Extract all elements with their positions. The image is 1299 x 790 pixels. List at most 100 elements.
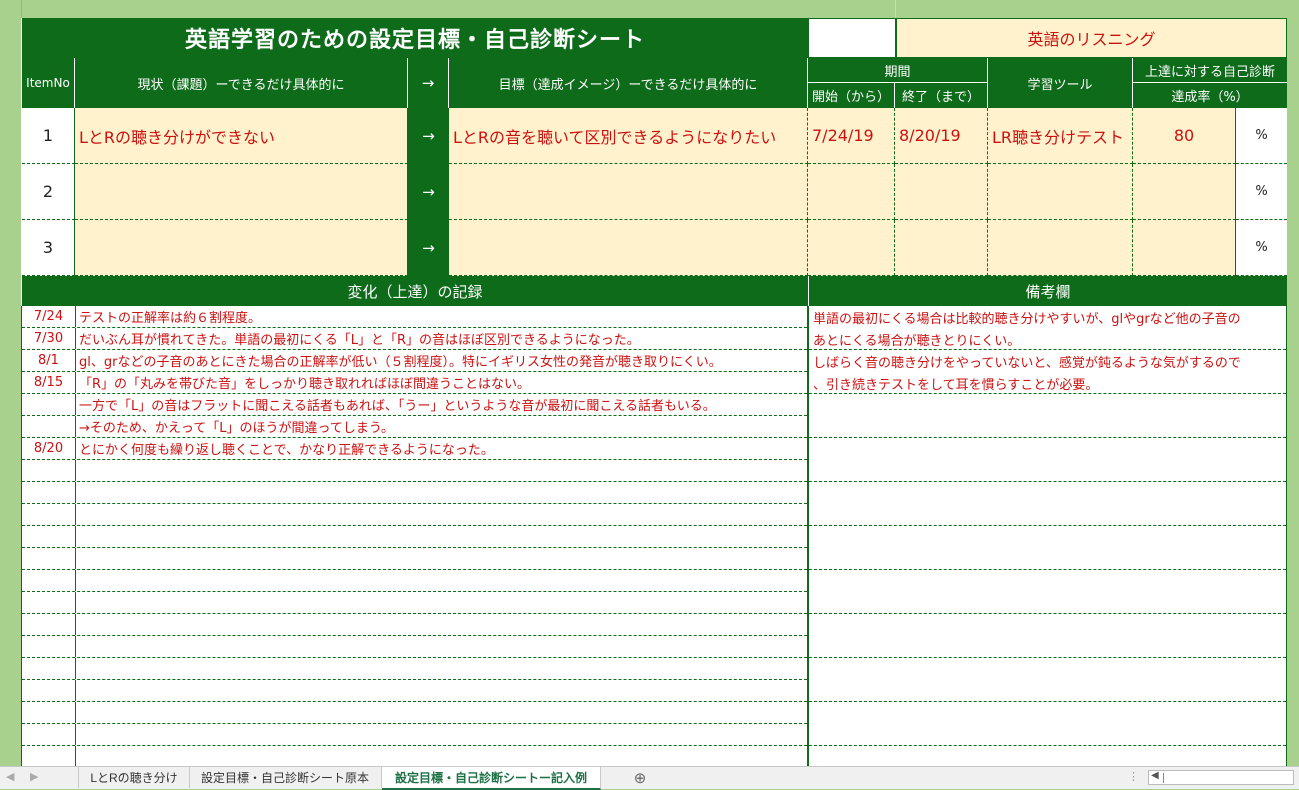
log-date[interactable]: 7/30 [22,328,76,349]
add-sheet-icon[interactable]: ⊕ [625,767,655,788]
log-date[interactable] [22,460,76,481]
log-text[interactable]: gl、grなどの子音のあとにきた場合の正解率が低い（５割程度）。特にイギリス女性… [79,350,722,371]
log-text[interactable]: 一方で「L」の音はフラットに聞こえる話者もあれば、「うー」というような音が最初に… [79,394,716,415]
log-date[interactable]: 7/24 [22,306,76,327]
header-start: 開始（から） [808,83,895,108]
header-current: 現状（課題）ーできるだけ具体的に [75,58,408,108]
note-cell-border [809,437,1286,438]
log-text[interactable]: テストの正解率は約６割程度。 [79,306,261,327]
log-row[interactable] [22,526,807,548]
log-date[interactable] [22,680,76,701]
log-row[interactable]: 7/24 テストの正解率は約６割程度。 [22,306,807,328]
log-date[interactable] [22,614,76,635]
notes-header: 備考欄 [808,276,1287,306]
header-itemno: ItemNo [22,58,75,108]
log-date[interactable] [22,570,76,591]
log-row[interactable] [22,702,807,724]
selected-cell[interactable] [808,18,896,58]
log-date[interactable] [22,504,76,525]
item-start[interactable] [808,220,895,276]
note-line[interactable]: 、引き続きテストをして耳を慣らすことが必要。 [809,372,1286,394]
scrollbar-left-arrow-icon[interactable]: ◀ [1151,770,1159,781]
log-row[interactable] [22,482,807,504]
item-current[interactable]: LとRの聴き分けができない [75,108,408,164]
item-current[interactable] [75,164,408,220]
item-no: 2 [22,164,75,220]
tab-sheet-example[interactable]: 設定目標・自己診断シートー記入例 [382,767,601,790]
log-date[interactable]: 8/1 [22,350,76,371]
log-date[interactable] [22,658,76,679]
tab-sheet-original[interactable]: 設定目標・自己診断シート原本 [189,767,382,788]
item-rate[interactable]: 80 [1133,108,1236,164]
note-line[interactable]: あとにくる場合が聴きとりにくい。 [809,328,1286,350]
header-rate: 達成率（%） [1133,83,1287,108]
log-text[interactable]: 「R」の「丸みを帯びた音」をしっかり聴き取れればほぼ間違うことはない。 [79,372,530,393]
item-end[interactable] [895,164,988,220]
log-row[interactable]: 8/20 とにかく何度も繰り返し聴くことで、かなり正解できるようになった。 [22,438,807,460]
note-cell-border [809,657,1286,658]
item-tool[interactable] [988,220,1133,276]
log-date[interactable] [22,548,76,569]
log-row[interactable]: 8/15 「R」の「丸みを帯びた音」をしっかり聴き取れればほぼ間違うことはない。 [22,372,807,394]
log-row[interactable] [22,636,807,658]
log-row[interactable]: 8/1 gl、grなどの子音のあとにきた場合の正解率が低い（５割程度）。特にイギリ… [22,350,807,372]
scrollbar-thumb[interactable] [1163,773,1164,783]
notes-right-border [1286,306,1287,766]
note-line[interactable]: しばらく音の聴き分けをやっていないと、感覚が鈍るような気がするので [809,350,1286,372]
header-selfcheck: 上達に対する自己診断 [1133,58,1287,83]
item-end[interactable]: 8/20/19 [895,108,988,164]
item-start[interactable]: 7/24/19 [808,108,895,164]
log-row[interactable] [22,724,807,746]
log-date[interactable]: 8/20 [22,438,76,459]
item-start[interactable] [808,164,895,220]
item-goal[interactable] [449,164,808,220]
log-row[interactable] [22,504,807,526]
scroll-left-icon[interactable]: ◀ [6,770,14,783]
item-goal[interactable]: LとRの音を聴いて区別できるようになりたい [449,108,808,164]
subject-label[interactable]: 英語のリスニング [896,18,1287,58]
item-rate[interactable] [1133,164,1236,220]
top-cell-strip [0,0,1299,18]
item-arrow: → [408,108,449,164]
item-current[interactable] [75,220,408,276]
log-text[interactable]: だいぶん耳が慣れてきた。単語の最初にくる「L」と「R」の音はほぼ区別できるように… [79,328,640,349]
log-date[interactable]: 8/15 [22,372,76,393]
log-row[interactable] [22,548,807,570]
log-date[interactable] [22,592,76,613]
header-arrow: → [408,58,449,108]
log-date[interactable] [22,636,76,657]
tab-lr-listening[interactable]: LとRの聴き分け [78,767,190,788]
item-tool[interactable]: LR聴き分けテスト [988,108,1133,164]
scroll-right-icon[interactable]: ▶ [30,770,38,783]
log-row[interactable] [22,680,807,702]
log-date[interactable] [22,746,76,767]
log-date[interactable] [22,416,76,437]
log-date[interactable] [22,482,76,503]
log-row[interactable]: →そのため、かえって「L」のほうが間違ってしまう。 [22,416,807,438]
log-text[interactable]: とにかく何度も繰り返し聴くことで、かなり正解できるようになった。 [79,438,494,459]
log-date[interactable] [22,526,76,547]
item-end[interactable] [895,220,988,276]
log-date[interactable] [22,724,76,745]
item-tool[interactable] [988,164,1133,220]
item-no: 1 [22,108,75,164]
item-goal[interactable] [449,220,808,276]
item-rate[interactable] [1133,220,1236,276]
log-text[interactable]: →そのため、かえって「L」のほうが間違ってしまう。 [79,416,394,437]
note-cell-border [809,525,1286,526]
note-line[interactable]: 単語の最初にくる場合は比較的聴き分けやすいが、glやgrなど他の子音の [809,306,1286,328]
tab-split-handle-icon[interactable]: ⋮ [1128,770,1139,783]
log-row[interactable]: 7/30 だいぶん耳が慣れてきた。単語の最初にくる「L」と「R」の音はほぼ区別でき… [22,328,807,350]
log-row[interactable] [22,460,807,482]
worksheet-area[interactable]: 英語学習のための設定目標・自己診断シート 英語のリスニング ItemNo 現状（… [0,0,1299,768]
log-row[interactable] [22,614,807,636]
log-date[interactable] [22,394,76,415]
horizontal-scrollbar[interactable]: ◀ [1148,770,1294,785]
log-row[interactable]: 一方で「L」の音はフラットに聞こえる話者もあれば、「うー」というような音が最初に… [22,394,807,416]
log-row[interactable] [22,658,807,680]
log-row[interactable] [22,570,807,592]
log-row[interactable] [22,746,807,768]
log-date[interactable] [22,702,76,723]
note-cell-border [809,481,1286,482]
log-row[interactable] [22,592,807,614]
